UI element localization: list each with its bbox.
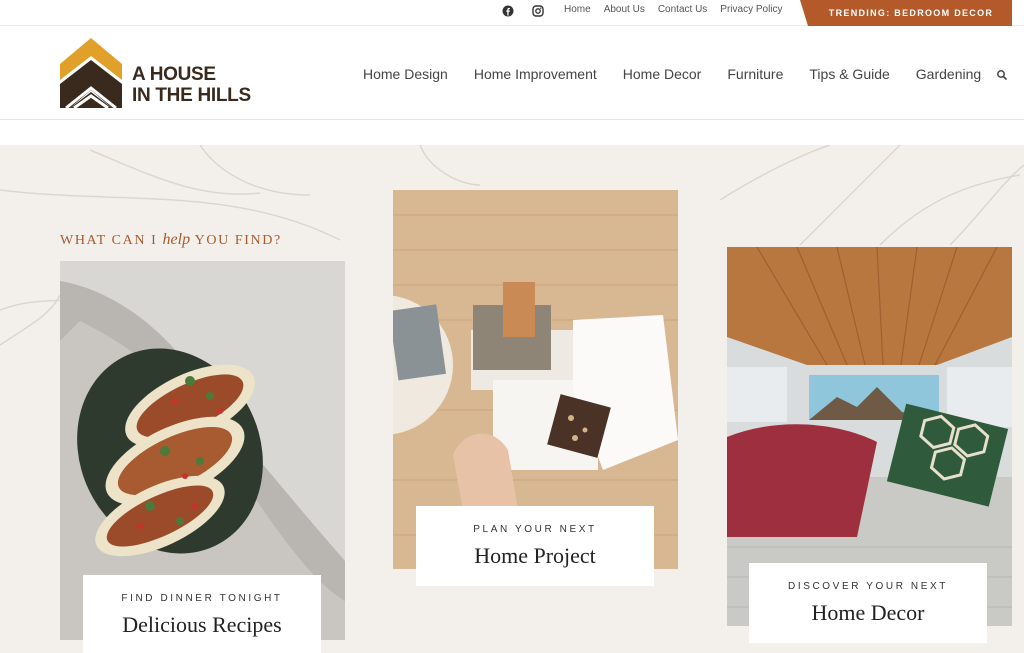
- top-link-contact[interactable]: Contact Us: [658, 4, 707, 15]
- top-link-about[interactable]: About Us: [604, 4, 645, 15]
- site-header: A HOUSE IN THE HILLS Home Design Home Im…: [0, 27, 1024, 120]
- nav-home-improvement[interactable]: Home Improvement: [474, 66, 597, 82]
- eyebrow-text-pre: WHAT CAN I: [60, 233, 163, 248]
- nav-gardening[interactable]: Gardening: [916, 66, 981, 82]
- project-card-title: Home Project: [474, 543, 596, 568]
- project-card-kicker: PLAN YOUR NEXT: [473, 524, 597, 535]
- main-nav: Home Design Home Improvement Home Decor …: [363, 27, 981, 120]
- section-eyebrow: WHAT CAN I help YOU FIND?: [60, 231, 282, 249]
- nav-home-decor[interactable]: Home Decor: [623, 66, 702, 82]
- top-links: Home About Us Contact Us Privacy Policy: [564, 0, 783, 18]
- logo-wordmark: A HOUSE IN THE HILLS: [132, 64, 251, 106]
- project-card-label[interactable]: PLAN YOUR NEXT Home Project: [416, 506, 654, 586]
- eyebrow-script-word: help: [162, 231, 191, 248]
- top-utility-bar: Home About Us Contact Us Privacy Policy …: [0, 0, 1024, 26]
- facebook-icon[interactable]: [502, 5, 514, 17]
- nav-furniture[interactable]: Furniture: [727, 66, 783, 82]
- decor-card-title: Home Decor: [811, 600, 925, 625]
- trending-banner[interactable]: TRENDING: BEDROOM DECOR: [800, 0, 1012, 26]
- recipes-card-kicker: FIND DINNER TONIGHT: [121, 593, 283, 604]
- logo-line-2: IN THE HILLS: [132, 85, 251, 106]
- nav-home-design[interactable]: Home Design: [363, 66, 448, 82]
- decor-card-label[interactable]: DISCOVER YOUR NEXT Home Decor: [749, 563, 987, 643]
- logo-mountains-icon: [60, 38, 122, 108]
- logo-line-1: A HOUSE: [132, 64, 216, 85]
- recipes-card-label[interactable]: FIND DINNER TONIGHT Delicious Recipes: [83, 575, 321, 653]
- site-logo[interactable]: A HOUSE IN THE HILLS: [60, 38, 260, 110]
- nav-tips-guide[interactable]: Tips & Guide: [809, 66, 889, 82]
- recipes-card-title: Delicious Recipes: [122, 612, 282, 637]
- top-link-home[interactable]: Home: [564, 4, 591, 15]
- eyebrow-text-post: YOU FIND?: [190, 233, 282, 248]
- hero-section: WHAT CAN I help YOU FIND? FIND DINNER TO…: [0, 145, 1024, 653]
- decor-card-kicker: DISCOVER YOUR NEXT: [788, 581, 948, 592]
- top-link-privacy[interactable]: Privacy Policy: [720, 4, 782, 15]
- search-icon[interactable]: [996, 68, 1008, 81]
- instagram-icon[interactable]: [532, 5, 544, 17]
